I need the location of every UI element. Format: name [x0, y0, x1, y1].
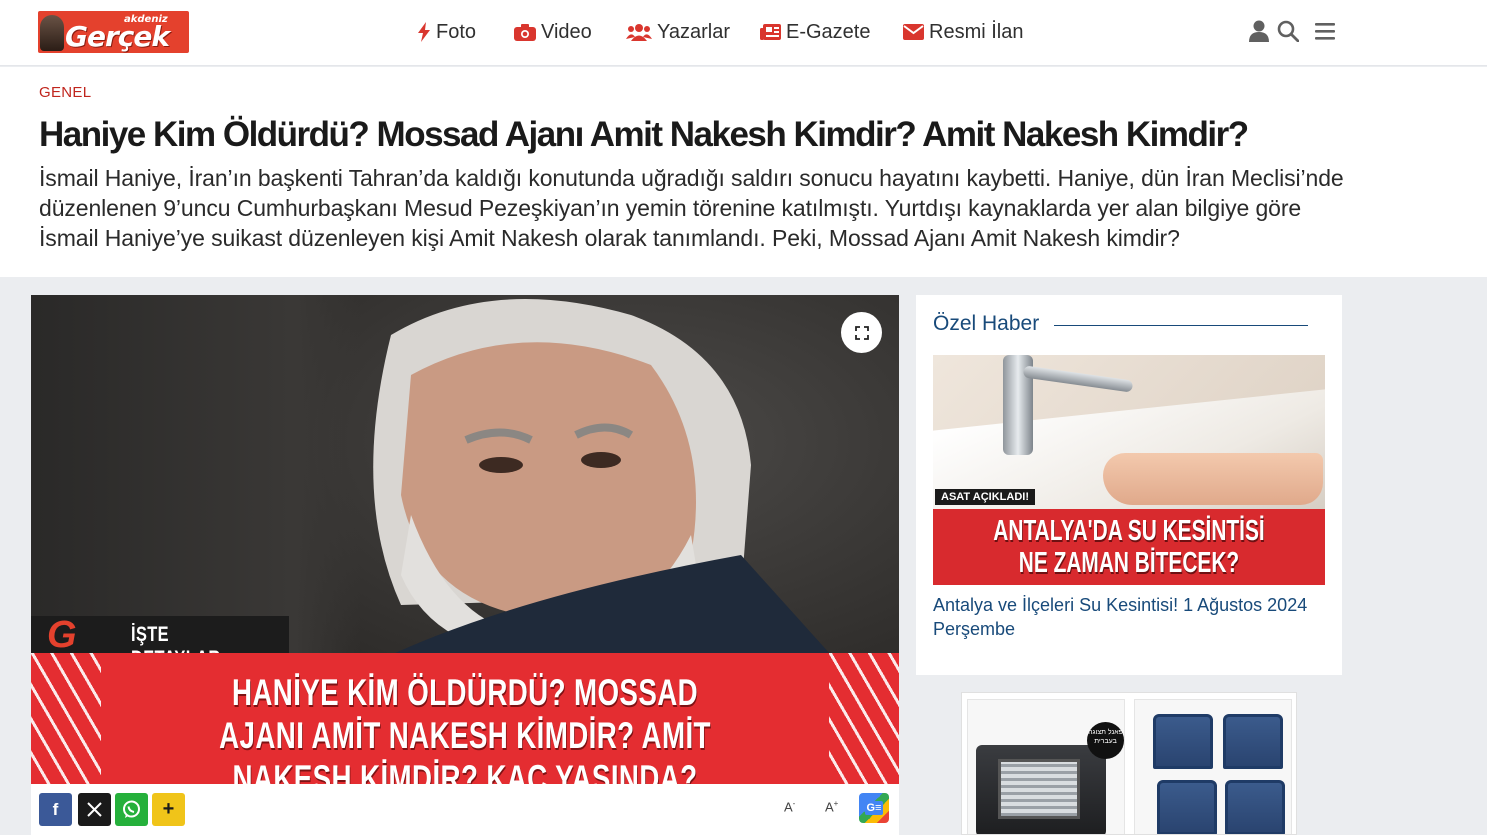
- nav-label: Resmi İlan: [929, 20, 1024, 43]
- featured-image-headline: ANTALYA'DA SU KESİNTİSİ NE ZAMAN BİTECEK…: [993, 515, 1265, 579]
- nav-item-e-gazete[interactable]: E-Gazete: [760, 18, 870, 46]
- google-news-button[interactable]: G≡: [859, 793, 889, 823]
- sidebar-heading-divider: [1054, 325, 1308, 326]
- article-title: Haniye Kim Öldürdü? Mossad Ajanı Amit Na…: [39, 115, 1249, 154]
- font-decrease-button[interactable]: A-: [784, 799, 795, 814]
- hero-banner: HANİYE KİM ÖLDÜRDÜ? MOSSAD AJANI AMİT NA…: [31, 653, 899, 784]
- featured-image-tag: ASAT AÇIKLADI!: [935, 489, 1035, 505]
- banner-stripes-left: [31, 653, 101, 784]
- faucet-spout-graphic: [1022, 365, 1134, 393]
- hero-badge: G İŞTE DETAYLAR: [31, 614, 289, 670]
- search-icon[interactable]: [1277, 20, 1299, 42]
- featured-news-image[interactable]: ASAT AÇIKLADI! ANTALYA'DA SU KESİNTİSİ N…: [933, 355, 1325, 585]
- font-increase-button[interactable]: A+: [825, 799, 838, 814]
- banner-stripes-right: [829, 653, 899, 784]
- font-increase-sup: +: [833, 799, 839, 808]
- whatsapp-share-button[interactable]: [115, 793, 148, 826]
- nav-label: E-Gazete: [786, 20, 871, 43]
- featured-news-link[interactable]: Antalya ve İlçeleri Su Kesintisi! 1 Ağus…: [933, 593, 1313, 641]
- share-toolbar: f + A- A+ G≡: [31, 784, 899, 835]
- font-decrease-label: A: [784, 799, 793, 815]
- featured-sidebar: Özel Haber ASAT AÇIKLADI! ANTALYA'DA SU …: [916, 295, 1342, 675]
- ad-product-chairs[interactable]: [1134, 699, 1292, 834]
- article-lead: İsmail Haniye, İran’ın başkenti Tahran’d…: [39, 165, 1344, 251]
- chair-image: [1225, 780, 1285, 834]
- ad-product-grill[interactable]: פאנל תצוגה בעברית: [967, 699, 1125, 834]
- chair-image: [1157, 780, 1217, 834]
- featured-image-banner: ANTALYA'DA SU KESİNTİSİ NE ZAMAN BİTECEK…: [933, 509, 1325, 585]
- chair-image: [1223, 714, 1283, 769]
- user-icon[interactable]: [1249, 20, 1269, 42]
- article-header: GENEL Haniye Kim Öldürdü? Mossad Ajanı A…: [0, 67, 1487, 277]
- nav-item-video[interactable]: Video: [514, 18, 592, 46]
- camera-icon: [514, 24, 536, 41]
- expand-icon: [854, 325, 869, 340]
- hand-graphic: [1103, 453, 1323, 505]
- users-icon: [626, 24, 652, 41]
- more-share-button[interactable]: +: [152, 793, 185, 826]
- menu-icon[interactable]: [1315, 20, 1335, 42]
- nav-label: Foto: [436, 20, 477, 43]
- chair-image: [1153, 714, 1213, 769]
- google-news-icon: G≡: [864, 801, 884, 815]
- advertisement[interactable]: פאנל תצוגה בעברית: [961, 692, 1297, 835]
- article-category[interactable]: GENEL: [39, 84, 91, 101]
- x-share-button[interactable]: [78, 793, 111, 826]
- sidebar-heading: Özel Haber: [933, 312, 1040, 335]
- logo-text: Gerçek: [65, 20, 170, 53]
- site-logo[interactable]: akdeniz Gerçek: [38, 11, 189, 53]
- logo-portrait: [40, 15, 64, 51]
- portrait-photo: [373, 299, 831, 655]
- article-hero-image[interactable]: G İŞTE DETAYLAR HANİYE KİM ÖLDÜRDÜ? MOSS…: [31, 295, 899, 784]
- nav-item-foto[interactable]: Foto: [417, 18, 476, 46]
- site-header: akdeniz Gerçek Foto Video Yazarlar E-Gaz…: [0, 0, 1487, 66]
- nav-label: Video: [541, 20, 592, 43]
- facebook-share-button[interactable]: f: [39, 793, 72, 826]
- plus-icon: +: [162, 798, 175, 820]
- badge-logo-letter: G: [47, 614, 77, 656]
- nav-label: Yazarlar: [657, 20, 730, 43]
- grill-window: [998, 759, 1080, 819]
- article-media-card: G İŞTE DETAYLAR HANİYE KİM ÖLDÜRDÜ? MOSS…: [31, 295, 899, 835]
- facebook-icon: f: [52, 799, 59, 819]
- font-increase-label: A: [825, 799, 834, 815]
- x-icon: [87, 802, 102, 817]
- newspaper-icon: [760, 24, 781, 40]
- whatsapp-icon: [123, 800, 140, 818]
- ad-product-badge: פאנל תצוגה בעברית: [1087, 722, 1124, 759]
- font-decrease-sup: -: [792, 799, 796, 808]
- bolt-icon: [418, 22, 430, 42]
- grill-product-image: [976, 745, 1106, 834]
- nav-item-yazarlar[interactable]: Yazarlar: [626, 18, 730, 46]
- hero-banner-text: HANİYE KİM ÖLDÜRDÜ? MOSSAD AJANI AMİT NA…: [219, 672, 711, 784]
- nav-item-resmi-ilan[interactable]: Resmi İlan: [903, 18, 1023, 46]
- envelope-icon: [903, 24, 924, 40]
- fullscreen-button[interactable]: [841, 312, 882, 353]
